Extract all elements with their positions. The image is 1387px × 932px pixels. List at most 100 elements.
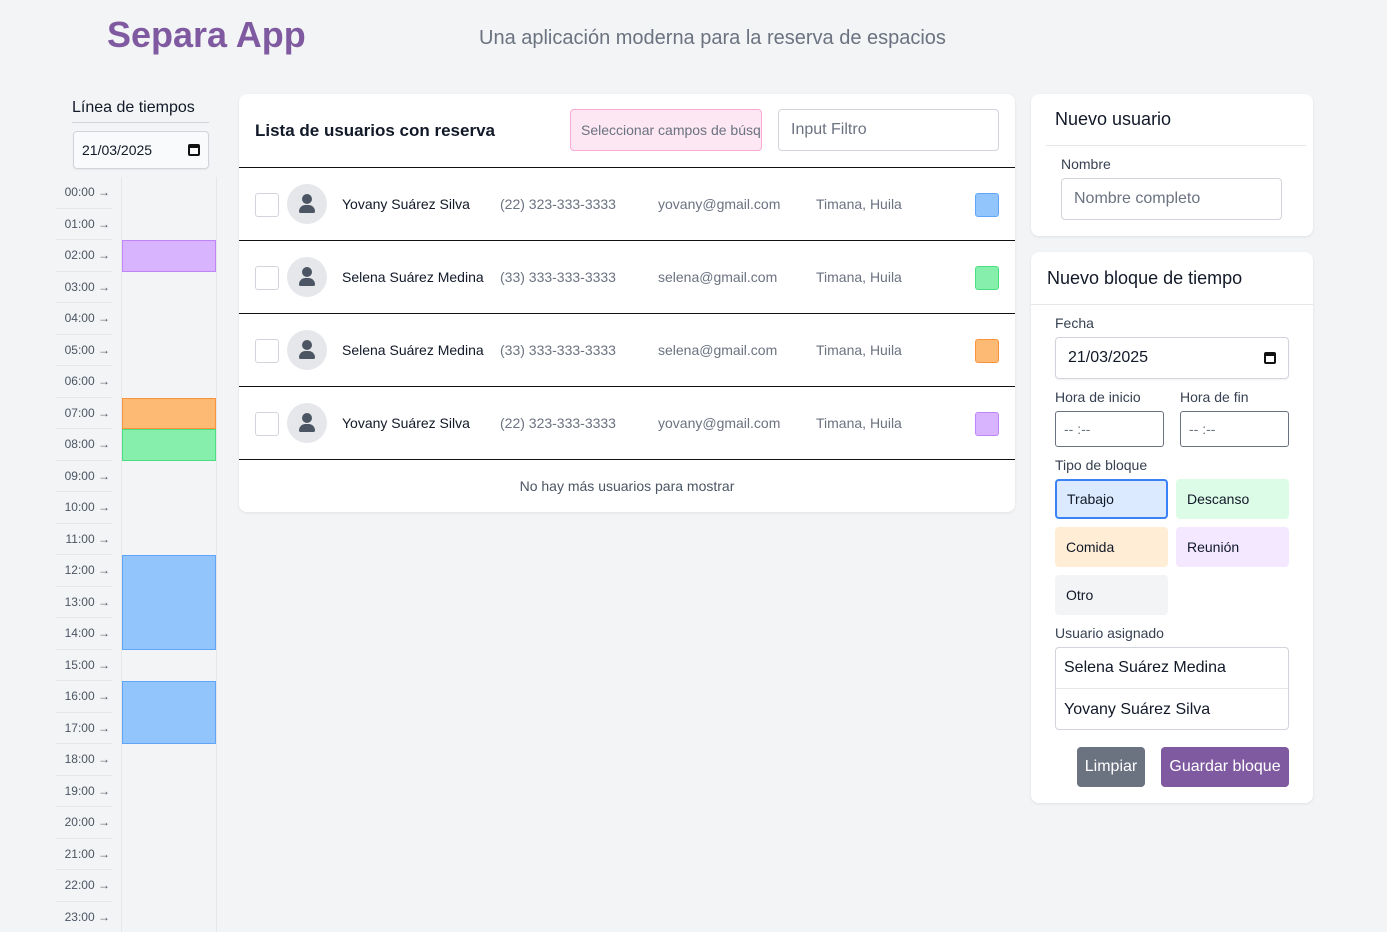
block-type-label: Tipo de bloque	[1055, 457, 1148, 473]
assigned-user-label: Usuario asignado	[1055, 625, 1164, 641]
user-location: Timana, Huila	[816, 196, 902, 212]
user-name: Selena Suárez Medina	[342, 342, 484, 358]
user-location: Timana, Huila	[816, 269, 902, 285]
assigned-user-option[interactable]: Selena Suárez Medina	[1056, 648, 1288, 689]
row-checkbox[interactable]	[255, 193, 279, 217]
list-end-divider	[239, 459, 1015, 460]
new-user-title: Nuevo usuario	[1055, 109, 1172, 129]
table-row[interactable]: Selena Suárez Medina (33) 333-333-3333 sel…	[239, 240, 1015, 313]
user-icon	[302, 267, 312, 277]
timeline-block[interactable]	[122, 681, 216, 744]
timeline-block[interactable]	[122, 397, 216, 429]
user-location: Timana, Huila	[816, 415, 902, 431]
save-block-button[interactable]: Guardar bloque	[1161, 747, 1289, 787]
table-row[interactable]: Yovany Suárez Silva (22) 323-333-3333 yova…	[239, 167, 1015, 240]
avatar	[287, 184, 327, 224]
new-user-divider	[1046, 145, 1306, 146]
timeline-hour-label: 22:00 →	[56, 870, 112, 902]
user-icon-body	[299, 205, 315, 213]
block-type-option[interactable]: Reunión	[1176, 527, 1289, 567]
timeline-hour-label: 03:00 →	[56, 272, 112, 303]
user-phone: (33) 333-333-3333	[500, 269, 616, 285]
block-type-option[interactable]: Otro	[1055, 575, 1168, 615]
calendar-icon[interactable]	[1264, 352, 1276, 364]
color-swatch	[975, 412, 999, 436]
timeline-title: Línea de tiempos	[72, 99, 195, 116]
timeline-hour-label: 04:00 →	[56, 303, 112, 335]
timeline-hour-label: 16:00 →	[56, 681, 112, 713]
color-swatch	[975, 339, 999, 363]
row-checkbox[interactable]	[255, 266, 279, 290]
timeline-hour-label: 23:00 →	[56, 902, 112, 932]
empty-list-message: No hay más usuarios para mostrar	[519, 478, 735, 494]
start-time-label: Hora de inicio	[1055, 389, 1141, 405]
timeline-date-value: 21/03/2025	[82, 142, 153, 158]
timeline-hour-label: 11:00 →	[56, 524, 112, 555]
assigned-user-select[interactable]: Selena Suárez Medina Yovany Suárez Silva	[1055, 647, 1289, 730]
user-icon	[302, 413, 312, 423]
block-type-option[interactable]: Comida	[1055, 527, 1168, 567]
name-input[interactable]: Nombre completo	[1061, 178, 1282, 220]
row-checkbox[interactable]	[255, 339, 279, 363]
timeline-hour-label: 02:00 →	[56, 240, 112, 272]
timeline-hour-label: 05:00 →	[56, 335, 112, 366]
assigned-user-option[interactable]: Yovany Suárez Silva	[1056, 689, 1288, 729]
user-email: selena@gmail.com	[658, 269, 778, 285]
user-email: yovany@gmail.com	[658, 415, 781, 431]
timeline-hour-label: 09:00 →	[56, 461, 112, 492]
search-fields-select[interactable]: Seleccionar campos de búsqueda	[570, 109, 762, 151]
clear-button[interactable]: Limpiar	[1077, 747, 1145, 787]
user-list-card: Lista de usuarios con reserva Selecciona…	[239, 94, 1015, 512]
user-icon-body	[299, 278, 315, 286]
user-phone: (22) 323-333-3333	[500, 196, 616, 212]
app-title: Separa App	[107, 14, 306, 55]
timeline-hour-label: 20:00 →	[56, 807, 112, 839]
timeline-hour-label: 08:00 →	[56, 429, 112, 461]
calendar-icon[interactable]	[188, 144, 200, 156]
user-icon	[302, 194, 312, 204]
block-date-input[interactable]: 21/03/2025	[1055, 337, 1289, 379]
end-time-input[interactable]: -- :--	[1180, 411, 1289, 447]
block-type-option[interactable]: Trabajo	[1055, 479, 1168, 519]
user-icon	[302, 340, 312, 350]
end-time-label: Hora de fin	[1180, 389, 1249, 405]
user-name: Yovany Suárez Silva	[342, 196, 470, 212]
user-email: selena@gmail.com	[658, 342, 778, 358]
timeline-hour-label: 06:00 →	[56, 366, 112, 398]
timeline-hour-label: 07:00 →	[56, 398, 112, 429]
timeline-block[interactable]	[122, 555, 216, 650]
timeline-date-input[interactable]: 21/03/2025	[73, 131, 209, 169]
timeline-block[interactable]	[122, 240, 216, 272]
user-name: Yovany Suárez Silva	[342, 415, 470, 431]
table-row[interactable]: Yovany Suárez Silva (22) 323-333-3333 yova…	[239, 386, 1015, 459]
user-phone: (33) 333-333-3333	[500, 342, 616, 358]
new-user-card: Nuevo usuario Nombre Nombre completo	[1031, 94, 1313, 236]
user-email: yovany@gmail.com	[658, 196, 781, 212]
timeline-hour-label: 17:00 →	[56, 713, 112, 744]
avatar	[287, 403, 327, 443]
block-date-value: 21/03/2025	[1068, 349, 1149, 366]
color-swatch	[975, 193, 999, 217]
timeline-hour-label: 01:00 →	[56, 209, 112, 240]
avatar	[287, 330, 327, 370]
timeline-hour-label: 19:00 →	[56, 776, 112, 807]
timeline-hour-label: 12:00 →	[56, 555, 112, 587]
block-type-option[interactable]: Descanso	[1176, 479, 1289, 519]
user-list-title: Lista de usuarios con reserva	[255, 121, 495, 140]
timeline-hour-label: 10:00 →	[56, 492, 112, 524]
user-name: Selena Suárez Medina	[342, 269, 484, 285]
user-phone: (22) 323-333-3333	[500, 415, 616, 431]
start-time-input[interactable]: -- :--	[1055, 411, 1164, 447]
new-block-title: Nuevo bloque de tiempo	[1047, 268, 1243, 288]
avatar	[287, 257, 327, 297]
name-label: Nombre	[1061, 156, 1111, 172]
timeline-hour-label: 18:00 →	[56, 744, 112, 776]
filter-input[interactable]: Input Filtro	[778, 109, 999, 151]
table-row[interactable]: Selena Suárez Medina (33) 333-333-3333 sel…	[239, 313, 1015, 386]
timeline-hour-label: 21:00 →	[56, 839, 112, 870]
timeline-hour-label: 13:00 →	[56, 587, 112, 618]
user-icon-body	[299, 351, 315, 359]
timeline-block[interactable]	[122, 429, 216, 461]
row-checkbox[interactable]	[255, 412, 279, 436]
user-icon-body	[299, 424, 315, 432]
